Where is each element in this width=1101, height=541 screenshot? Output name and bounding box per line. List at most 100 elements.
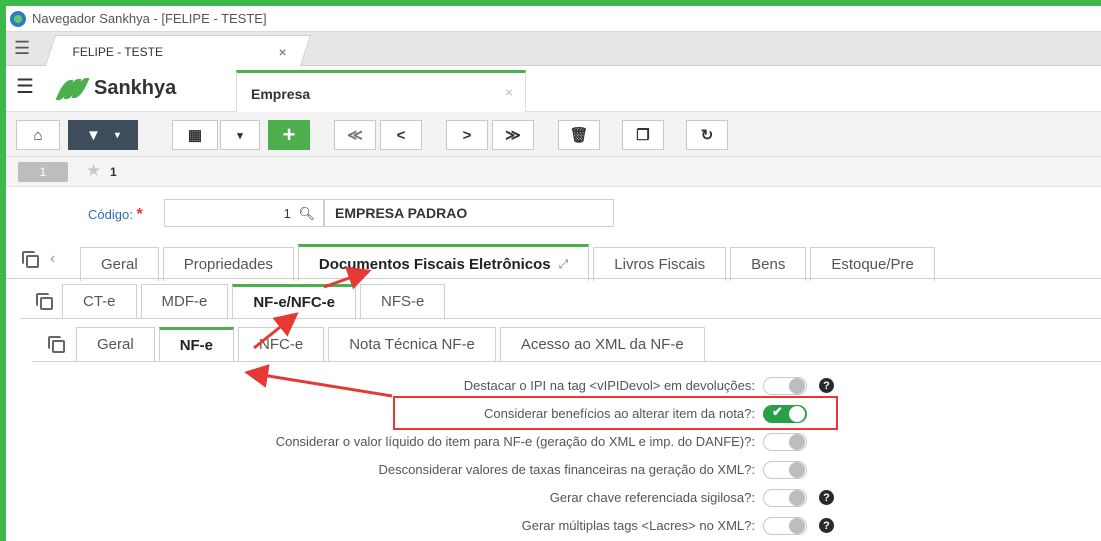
sankhya-logo: Sankhya: [55, 77, 177, 100]
tab-label: Nota Técnica NF-e: [349, 336, 475, 353]
copy-panel-icon[interactable]: [22, 251, 39, 268]
tab-label: Livros Fiscais: [614, 256, 706, 273]
check-icon: ✔: [772, 404, 783, 419]
tab-label: Acesso ao XML da NF-e: [520, 336, 684, 353]
tab-label: MDF-e: [161, 293, 208, 310]
expand-icon[interactable]: ⤢: [559, 257, 569, 272]
record-index-badge[interactable]: 1: [18, 162, 68, 182]
favorite-star-icon[interactable]: ★: [86, 161, 101, 181]
app-header: ☰ Sankhya Empresa ×: [6, 66, 1101, 112]
codigo-label: Código: *: [88, 206, 143, 224]
grid-icon: ▦: [187, 127, 203, 144]
option-toggle[interactable]: [763, 377, 807, 395]
browser-tab[interactable]: FELIPE - TESTE ×: [44, 35, 312, 66]
brand-name: Sankhya: [94, 77, 177, 99]
tab-acesso-xml[interactable]: Acesso ao XML da NF-e: [499, 327, 705, 361]
plus-icon: +: [282, 122, 296, 147]
tab-cte[interactable]: CT-e: [62, 284, 137, 318]
option-toggle[interactable]: [763, 517, 807, 535]
tab-nfe[interactable]: NF-e: [158, 327, 235, 361]
refresh-button[interactable]: ↻: [686, 120, 728, 150]
option-toggle[interactable]: [763, 433, 807, 451]
codigo-label-text: Código:: [88, 207, 133, 222]
record-bar: 1 ★ 1: [6, 157, 1101, 187]
grid-dropdown-button[interactable]: ▾: [220, 120, 260, 150]
add-button[interactable]: +: [268, 120, 310, 150]
filter-button[interactable]: ▼ ▾: [68, 120, 138, 150]
option-toggle[interactable]: [763, 489, 807, 507]
trash-icon: 🗑: [569, 127, 589, 144]
help-icon[interactable]: ?: [819, 490, 834, 505]
record-number: 1: [110, 165, 117, 179]
empresa-name: EMPRESA PADRAO: [335, 205, 468, 221]
duplicate-button[interactable]: ❐: [622, 120, 664, 150]
tab-nfce[interactable]: NFC-e: [238, 327, 325, 361]
copy-panel-icon[interactable]: [36, 293, 53, 310]
window-title-bar: Navegador Sankhya - [FELIPE - TESTE]: [6, 6, 1101, 32]
last-icon: ≫: [505, 127, 521, 144]
record-toolbar: ⌂ ▼ ▾ ▦ ▾ + ≪ < > ≫ 🗑 ❐ ↻: [6, 112, 1101, 157]
tab-bens[interactable]: Bens: [730, 247, 807, 281]
tab-livros-fiscais[interactable]: Livros Fiscais: [593, 247, 727, 281]
app-tab-label: Empresa: [251, 86, 311, 102]
tabs-level2: CT-e MDF-e NF-e/NFC-e NFS-e: [62, 284, 449, 318]
search-icon[interactable]: 🔍︎: [298, 206, 315, 221]
copy-panel-icon[interactable]: [48, 336, 65, 353]
browser-tab-strip: ☰ FELIPE - TESTE ×: [6, 32, 1101, 66]
tab-label: Documentos Fiscais Eletrônicos: [318, 255, 551, 273]
tabs-scroll-left-icon[interactable]: ‹: [50, 250, 55, 268]
browser-menu-icon[interactable]: ☰: [14, 39, 34, 57]
home-icon: ⌂: [33, 126, 43, 144]
tab-propriedades[interactable]: Propriedades: [162, 247, 294, 281]
grid-view-button[interactable]: ▦: [172, 120, 218, 150]
delete-button[interactable]: 🗑: [558, 120, 600, 150]
tab-label: NF-e: [179, 337, 214, 354]
empresa-name-field: EMPRESA PADRAO: [324, 199, 614, 227]
option-label: Considerar o valor líquido do item para …: [275, 434, 755, 449]
option-label: Gerar múltiplas tags <Lacres> no XML?:: [521, 518, 755, 533]
previous-icon: <: [396, 126, 406, 144]
app-tab-empresa[interactable]: Empresa ×: [236, 70, 526, 112]
main-menu-icon[interactable]: ☰: [16, 77, 34, 97]
browser-tab-label: FELIPE - TESTE: [72, 45, 163, 59]
tab-label: Propriedades: [183, 256, 273, 273]
required-mark: *: [136, 206, 143, 223]
chevron-down-icon: ▾: [237, 129, 243, 142]
help-icon[interactable]: ?: [819, 378, 834, 393]
tab-nota-tecnica[interactable]: Nota Técnica NF-e: [328, 327, 496, 361]
copy-icon: ❐: [636, 127, 650, 144]
last-record-button[interactable]: ≫: [492, 120, 534, 150]
previous-record-button[interactable]: <: [380, 120, 422, 150]
tab-geral[interactable]: Geral: [80, 247, 159, 281]
tabs-level3-divider: [32, 361, 1101, 362]
tab-estoque[interactable]: Estoque/Pre: [810, 247, 935, 281]
window-title: Navegador Sankhya - [FELIPE - TESTE]: [32, 11, 267, 26]
browser-tab-close-icon[interactable]: ×: [278, 44, 286, 60]
option-label: Destacar o IPI na tag <vIPIDevol> em dev…: [463, 378, 755, 393]
filter-icon: ▼: [86, 126, 101, 144]
tab-label: Geral: [97, 336, 134, 353]
tab-geral-nfe[interactable]: Geral: [76, 327, 155, 361]
tab-label: NF-e/NFC-e: [253, 294, 336, 311]
first-icon: ≪: [347, 127, 363, 144]
option-label: Desconsiderar valores de taxas financeir…: [378, 462, 756, 477]
tab-label: CT-e: [83, 293, 116, 310]
tab-nfse[interactable]: NFS-e: [360, 284, 446, 318]
next-record-button[interactable]: >: [446, 120, 488, 150]
app-tab-close-icon[interactable]: ×: [505, 84, 513, 100]
option-toggle[interactable]: ✔: [763, 404, 807, 423]
filter-dropdown-icon: ▾: [114, 129, 120, 141]
tab-documentos-fiscais[interactable]: Documentos Fiscais Eletrônicos ⤢: [297, 244, 590, 281]
home-button[interactable]: ⌂: [16, 120, 60, 150]
codigo-input[interactable]: 1 🔍︎: [164, 199, 324, 227]
tab-label: Geral: [101, 256, 138, 273]
first-record-button[interactable]: ≪: [334, 120, 376, 150]
tab-label: Bens: [751, 256, 786, 273]
tab-nfe-nfce[interactable]: NF-e/NFC-e: [232, 284, 357, 318]
next-icon: >: [462, 126, 472, 144]
refresh-icon: ↻: [700, 127, 714, 144]
help-icon[interactable]: ?: [819, 518, 834, 533]
tabs-level2-divider: [20, 318, 1101, 319]
option-toggle[interactable]: [763, 461, 807, 479]
tab-mdfe[interactable]: MDF-e: [140, 284, 229, 318]
